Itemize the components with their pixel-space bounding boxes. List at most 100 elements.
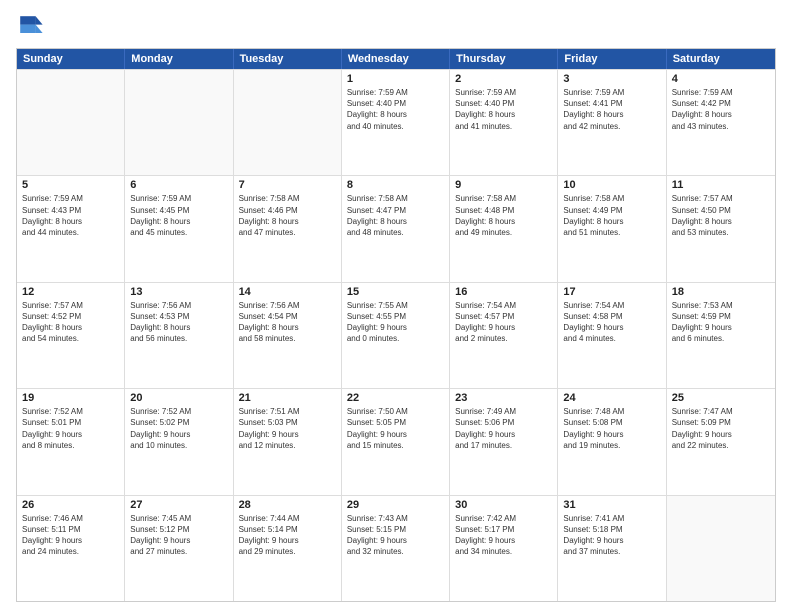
logo-icon [16,12,44,40]
calendar-cell: 15Sunrise: 7:55 AM Sunset: 4:55 PM Dayli… [342,283,450,388]
day-number: 4 [672,73,770,85]
day-number: 10 [563,179,660,191]
page: SundayMondayTuesdayWednesdayThursdayFrid… [0,0,792,612]
weekday-header: Saturday [667,49,775,69]
day-detail: Sunrise: 7:59 AM Sunset: 4:43 PM Dayligh… [22,193,119,238]
day-detail: Sunrise: 7:46 AM Sunset: 5:11 PM Dayligh… [22,513,119,558]
day-number: 18 [672,286,770,298]
calendar-cell: 11 Sunrise: 7:57 AM Sunset: 4:50 PM Dayli… [667,176,775,281]
day-detail: Sunrise: 7:59 AM Sunset: 4:41 PM Dayligh… [563,87,660,132]
day-number: 23 [455,392,552,404]
day-detail: Sunrise: 7:42 AM Sunset: 5:17 PM Dayligh… [455,513,552,558]
day-number: 27 [130,499,227,511]
day-number: 25 [672,392,770,404]
calendar-cell: 22Sunrise: 7:50 AM Sunset: 5:05 PM Dayli… [342,389,450,494]
day-number: 11 [672,179,770,191]
calendar-cell: 4Sunrise: 7:59 AM Sunset: 4:42 PM Daylig… [667,70,775,175]
day-detail: Sunrise: 7:52 AM Sunset: 5:01 PM Dayligh… [22,406,119,451]
day-detail: Sunrise: 7:59 AM Sunset: 4:40 PM Dayligh… [347,87,444,132]
calendar-cell: 24 Sunrise: 7:48 AM Sunset: 5:08 PM Dayli… [558,389,666,494]
calendar-cell [125,70,233,175]
calendar-cell: 1 Sunrise: 7:59 AM Sunset: 4:40 PM Daylig… [342,70,450,175]
day-detail: Sunrise: 7:56 AM Sunset: 4:53 PM Dayligh… [130,300,227,345]
weekday-header: Sunday [17,49,125,69]
day-number: 6 [130,179,227,191]
calendar-cell: 9 Sunrise: 7:58 AM Sunset: 4:48 PM Daylig… [450,176,558,281]
calendar-cell: 23 Sunrise: 7:49 AM Sunset: 5:06 PM Dayli… [450,389,558,494]
calendar-cell: 7 Sunrise: 7:58 AM Sunset: 4:46 PM Daylig… [234,176,342,281]
weekday-header: Tuesday [234,49,342,69]
day-number: 7 [239,179,336,191]
day-detail: Sunrise: 7:45 AM Sunset: 5:12 PM Dayligh… [130,513,227,558]
day-number: 24 [563,392,660,404]
calendar-row: 1 Sunrise: 7:59 AM Sunset: 4:40 PM Daylig… [17,69,775,175]
calendar-cell: 6 Sunrise: 7:59 AM Sunset: 4:45 PM Daylig… [125,176,233,281]
calendar-body: 1 Sunrise: 7:59 AM Sunset: 4:40 PM Daylig… [17,69,775,601]
calendar-cell: 21Sunrise: 7:51 AM Sunset: 5:03 PM Dayli… [234,389,342,494]
day-number: 12 [22,286,119,298]
day-number: 22 [347,392,444,404]
calendar-cell: 5 Sunrise: 7:59 AM Sunset: 4:43 PM Daylig… [17,176,125,281]
calendar-cell: 17 Sunrise: 7:54 AM Sunset: 4:58 PM Dayli… [558,283,666,388]
day-detail: Sunrise: 7:57 AM Sunset: 4:52 PM Dayligh… [22,300,119,345]
day-number: 13 [130,286,227,298]
calendar-cell: 20 Sunrise: 7:52 AM Sunset: 5:02 PM Dayli… [125,389,233,494]
day-number: 28 [239,499,336,511]
day-detail: Sunrise: 7:54 AM Sunset: 4:58 PM Dayligh… [563,300,660,345]
calendar-cell: 16Sunrise: 7:54 AM Sunset: 4:57 PM Dayli… [450,283,558,388]
calendar-cell: 18 Sunrise: 7:53 AM Sunset: 4:59 PM Dayli… [667,283,775,388]
calendar-cell [234,70,342,175]
calendar-row: 5 Sunrise: 7:59 AM Sunset: 4:43 PM Daylig… [17,175,775,281]
calendar-cell: 26 Sunrise: 7:46 AM Sunset: 5:11 PM Dayli… [17,496,125,601]
weekday-header: Thursday [450,49,558,69]
day-number: 31 [563,499,660,511]
day-detail: Sunrise: 7:58 AM Sunset: 4:48 PM Dayligh… [455,193,552,238]
day-detail: Sunrise: 7:58 AM Sunset: 4:49 PM Dayligh… [563,193,660,238]
day-number: 26 [22,499,119,511]
calendar-cell: 30 Sunrise: 7:42 AM Sunset: 5:17 PM Dayli… [450,496,558,601]
day-detail: Sunrise: 7:52 AM Sunset: 5:02 PM Dayligh… [130,406,227,451]
day-number: 20 [130,392,227,404]
day-detail: Sunrise: 7:49 AM Sunset: 5:06 PM Dayligh… [455,406,552,451]
calendar-cell: 2Sunrise: 7:59 AM Sunset: 4:40 PM Daylig… [450,70,558,175]
calendar-header: SundayMondayTuesdayWednesdayThursdayFrid… [17,49,775,69]
day-detail: Sunrise: 7:53 AM Sunset: 4:59 PM Dayligh… [672,300,770,345]
calendar-cell: 31 Sunrise: 7:41 AM Sunset: 5:18 PM Dayli… [558,496,666,601]
day-detail: Sunrise: 7:58 AM Sunset: 4:47 PM Dayligh… [347,193,444,238]
day-number: 17 [563,286,660,298]
day-number: 2 [455,73,552,85]
day-number: 30 [455,499,552,511]
day-number: 8 [347,179,444,191]
day-detail: Sunrise: 7:47 AM Sunset: 5:09 PM Dayligh… [672,406,770,451]
calendar-cell: 19 Sunrise: 7:52 AM Sunset: 5:01 PM Dayli… [17,389,125,494]
calendar-cell: 3 Sunrise: 7:59 AM Sunset: 4:41 PM Daylig… [558,70,666,175]
day-number: 29 [347,499,444,511]
day-number: 9 [455,179,552,191]
day-number: 14 [239,286,336,298]
calendar-cell: 10 Sunrise: 7:58 AM Sunset: 4:49 PM Dayli… [558,176,666,281]
logo [16,12,48,40]
day-number: 1 [347,73,444,85]
day-number: 3 [563,73,660,85]
weekday-header: Monday [125,49,233,69]
day-detail: Sunrise: 7:41 AM Sunset: 5:18 PM Dayligh… [563,513,660,558]
calendar-cell: 12 Sunrise: 7:57 AM Sunset: 4:52 PM Dayli… [17,283,125,388]
calendar-cell: 28Sunrise: 7:44 AM Sunset: 5:14 PM Dayli… [234,496,342,601]
calendar-cell: 27 Sunrise: 7:45 AM Sunset: 5:12 PM Dayli… [125,496,233,601]
calendar-cell [17,70,125,175]
day-detail: Sunrise: 7:59 AM Sunset: 4:45 PM Dayligh… [130,193,227,238]
calendar-cell: 29Sunrise: 7:43 AM Sunset: 5:15 PM Dayli… [342,496,450,601]
day-number: 21 [239,392,336,404]
header [16,12,776,40]
day-number: 5 [22,179,119,191]
day-number: 19 [22,392,119,404]
calendar-row: 19 Sunrise: 7:52 AM Sunset: 5:01 PM Dayli… [17,388,775,494]
weekday-header: Friday [558,49,666,69]
calendar-cell: 14Sunrise: 7:56 AM Sunset: 4:54 PM Dayli… [234,283,342,388]
day-detail: Sunrise: 7:48 AM Sunset: 5:08 PM Dayligh… [563,406,660,451]
day-detail: Sunrise: 7:54 AM Sunset: 4:57 PM Dayligh… [455,300,552,345]
day-detail: Sunrise: 7:57 AM Sunset: 4:50 PM Dayligh… [672,193,770,238]
calendar-row: 12 Sunrise: 7:57 AM Sunset: 4:52 PM Dayli… [17,282,775,388]
day-detail: Sunrise: 7:58 AM Sunset: 4:46 PM Dayligh… [239,193,336,238]
day-detail: Sunrise: 7:55 AM Sunset: 4:55 PM Dayligh… [347,300,444,345]
